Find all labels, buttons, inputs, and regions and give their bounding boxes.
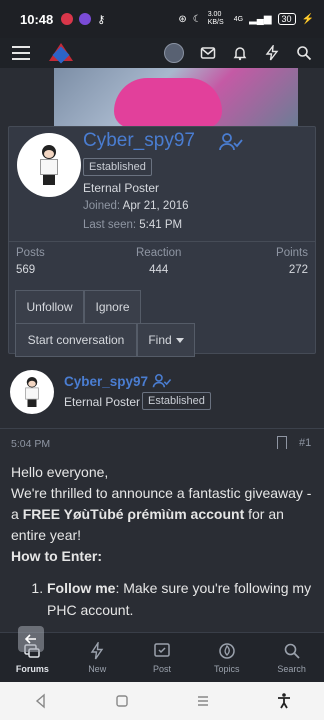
nav-label: Topics xyxy=(214,663,240,674)
bell-icon[interactable] xyxy=(232,45,248,61)
recents-icon[interactable] xyxy=(194,692,212,710)
nav-label: Forums xyxy=(15,663,49,674)
arrow-left-icon xyxy=(24,634,36,644)
nav-label: New xyxy=(88,663,107,674)
app-notification-icon xyxy=(79,13,92,25)
post-author-badge: Established xyxy=(142,392,211,410)
site-logo[interactable] xyxy=(46,40,76,66)
nav-search[interactable]: Search xyxy=(259,633,324,682)
verified-user-icon xyxy=(152,374,172,388)
member-tooltip-card: Cyber_spy97 Established Eternal Poster J… xyxy=(8,126,316,357)
post-author-title: Eternal Poster xyxy=(64,395,141,409)
start-conversation-button[interactable]: Start conversation xyxy=(15,323,137,357)
system-icons: ⊛ ☾ 3.00 KB/S 4G ▂▄▆ 30 ⚡ xyxy=(178,11,314,27)
nav-label: Post xyxy=(152,663,171,674)
member-badge: Established xyxy=(83,158,152,176)
bookmark-icon[interactable] xyxy=(277,436,287,449)
status-time: 10:48 xyxy=(20,11,54,27)
stat-value: 444 xyxy=(149,264,169,276)
fire-icon xyxy=(219,642,235,659)
ignore-button[interactable]: Ignore xyxy=(84,290,141,324)
nav-post[interactable]: Post xyxy=(130,633,195,682)
post-timestamp[interactable]: 5:04 PM xyxy=(11,438,50,450)
battery-icon: 30 xyxy=(277,13,296,25)
post-bold-text: FREE YøùTùbé ρrémìùm account xyxy=(22,506,245,522)
member-name[interactable]: Cyber_spy97 xyxy=(83,130,195,152)
stat-points[interactable]: Points 272 xyxy=(276,247,308,276)
stat-posts[interactable]: Posts 569 xyxy=(16,247,45,276)
network-speed: 3.00 KB/S xyxy=(207,11,224,26)
moon-icon: ☾ xyxy=(192,13,202,25)
post-greeting: Hello everyone, xyxy=(11,464,109,480)
stat-value: 272 xyxy=(288,264,308,276)
mail-icon[interactable] xyxy=(200,45,216,61)
last-seen-value: 5:41 PM xyxy=(139,219,183,231)
vpn-icon: ⊛ xyxy=(178,13,187,25)
post-author-avatar[interactable] xyxy=(10,370,54,414)
bolt-icon[interactable] xyxy=(264,45,280,61)
stat-value: 569 xyxy=(16,264,36,276)
stat-label: Points xyxy=(276,247,308,259)
home-square-icon[interactable] xyxy=(113,692,131,710)
joined-value: Apr 21, 2016 xyxy=(122,200,189,212)
verified-user-icon xyxy=(219,133,243,151)
post-divider xyxy=(0,428,324,429)
banner-image xyxy=(54,68,298,128)
nav-label: Search xyxy=(277,663,306,674)
notification-icons: ⚷ xyxy=(61,13,105,26)
member-last-seen: Last seen: 5:41 PM xyxy=(83,219,182,231)
nav-topics[interactable]: Topics xyxy=(194,633,259,682)
post-number-link[interactable]: #1 xyxy=(299,437,311,449)
step-bold-text: Follow me xyxy=(47,580,116,596)
signal-icon: ▂▄▆ xyxy=(249,13,272,25)
search-icon[interactable] xyxy=(296,45,312,61)
card-divider xyxy=(9,241,315,242)
find-label: Find xyxy=(148,333,172,347)
app-notification-icon xyxy=(61,13,74,25)
member-joined: Joined: Apr 21, 2016 xyxy=(83,200,189,212)
signal-label: 4G xyxy=(233,15,244,23)
post-steps-list: Follow me: Make sure you're following my… xyxy=(11,577,315,621)
system-navigation-bar xyxy=(0,682,324,720)
stat-reaction[interactable]: Reaction 444 xyxy=(136,247,181,276)
key-icon: ⚷ xyxy=(97,13,106,26)
nav-new[interactable]: New xyxy=(65,633,130,682)
search-icon xyxy=(284,643,300,659)
user-avatar[interactable] xyxy=(164,43,184,63)
bolt-icon xyxy=(90,641,104,659)
post-author-name[interactable]: Cyber_spy97 xyxy=(64,374,148,389)
accessibility-icon[interactable] xyxy=(275,692,293,710)
list-item: Follow me: Make sure you're following my… xyxy=(47,577,315,621)
menu-icon[interactable] xyxy=(12,46,30,60)
post-paragraph: We're thrilled to announce a fantastic g… xyxy=(11,483,315,546)
top-app-bar xyxy=(0,38,324,68)
chevron-down-icon xyxy=(175,337,184,343)
post-icon xyxy=(154,642,170,657)
member-avatar[interactable] xyxy=(17,133,81,197)
stat-label: Reaction xyxy=(136,247,182,259)
post-heading: How to Enter: xyxy=(11,548,102,564)
back-arrow-button[interactable] xyxy=(18,626,44,652)
member-title: Eternal Poster xyxy=(83,181,160,195)
status-bar: 10:48 ⚷ ⊛ ☾ 3.00 KB/S 4G ▂▄▆ 30 ⚡ xyxy=(0,0,324,38)
find-dropdown-button[interactable]: Find xyxy=(137,323,195,357)
unfollow-button[interactable]: Unfollow xyxy=(15,290,84,324)
joined-label: Joined: xyxy=(83,200,121,212)
stat-label: Posts xyxy=(16,247,45,259)
charging-icon: ⚡ xyxy=(301,13,314,25)
post-content: Hello everyone, We're thrilled to announ… xyxy=(11,462,315,621)
back-triangle-icon[interactable] xyxy=(32,692,50,710)
last-seen-label: Last seen: xyxy=(83,219,137,231)
bottom-navigation: Forums New Post Topics Search xyxy=(0,632,324,682)
